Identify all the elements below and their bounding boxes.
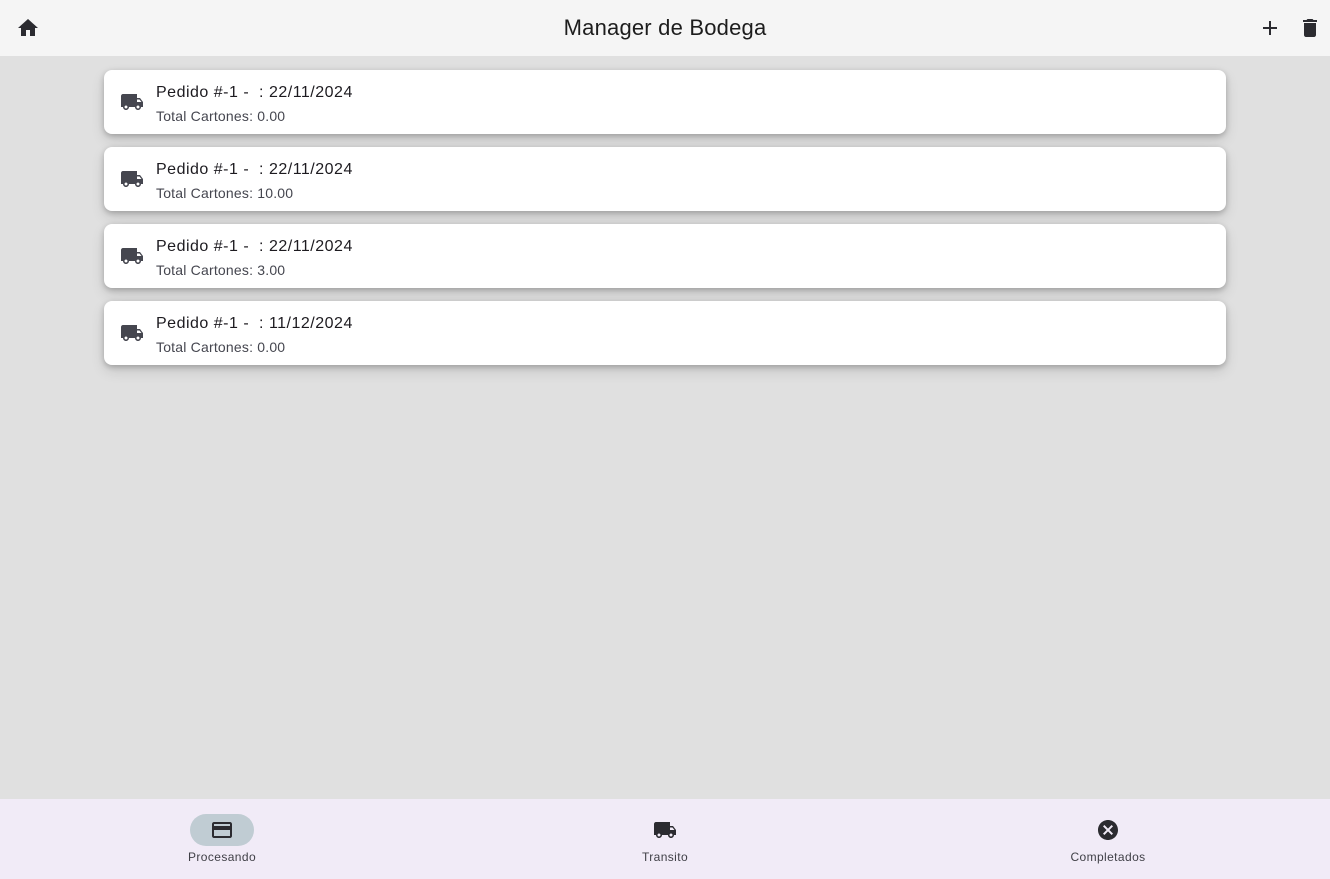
order-title: Pedido #-1 - : 11/12/2024	[156, 315, 353, 332]
order-title: Pedido #-1 - : 22/11/2024	[156, 238, 353, 255]
nav-icon-container	[1076, 814, 1140, 846]
order-total: Total Cartones: 3.00	[156, 262, 286, 278]
order-total: Total Cartones: 0.00	[156, 108, 286, 124]
order-card[interactable]: Pedido #-1 - : 22/11/2024 Total Cartones…	[104, 70, 1226, 134]
nav-item-completados[interactable]: Completados	[1028, 799, 1188, 879]
order-card[interactable]: Pedido #-1 - : 11/12/2024 Total Cartones…	[104, 301, 1226, 365]
home-button[interactable]	[8, 8, 48, 48]
order-card[interactable]: Pedido #-1 - : 22/11/2024 Total Cartones…	[104, 147, 1226, 211]
nav-label: Completados	[1070, 850, 1146, 864]
order-total: Total Cartones: 10.00	[156, 185, 294, 201]
truck-icon	[120, 167, 144, 191]
order-card[interactable]: Pedido #-1 - : 22/11/2024 Total Cartones…	[104, 224, 1226, 288]
trash-icon	[1303, 19, 1317, 37]
nav-label: Procesando	[187, 850, 257, 864]
page-title: Manager de Bodega	[563, 15, 767, 40]
app-bar: Manager de Bodega	[0, 0, 1330, 56]
truck-icon	[654, 822, 676, 838]
truck-icon	[120, 321, 144, 345]
bottom-navigation: Procesando Transito Completados	[0, 799, 1330, 879]
nav-icon-container	[633, 814, 697, 846]
nav-label: Transito	[641, 850, 689, 864]
nav-item-procesando[interactable]: Procesando	[142, 799, 302, 879]
order-title: Pedido #-1 - : 22/11/2024	[156, 161, 353, 178]
order-list: Pedido #-1 - : 22/11/2024 Total Cartones…	[104, 70, 1226, 378]
order-title: Pedido #-1 - : 22/11/2024	[156, 84, 353, 101]
home-icon	[18, 19, 38, 36]
truck-icon	[120, 90, 144, 114]
credit-card-icon	[212, 822, 232, 838]
order-total: Total Cartones: 0.00	[156, 339, 286, 355]
nav-item-transito[interactable]: Transito	[585, 799, 745, 879]
active-indicator	[190, 814, 254, 846]
truck-icon	[120, 244, 144, 268]
add-button[interactable]	[1250, 8, 1290, 48]
plus-icon	[1263, 21, 1277, 35]
cancel-circle-icon	[1098, 820, 1118, 840]
delete-button[interactable]	[1290, 8, 1330, 48]
